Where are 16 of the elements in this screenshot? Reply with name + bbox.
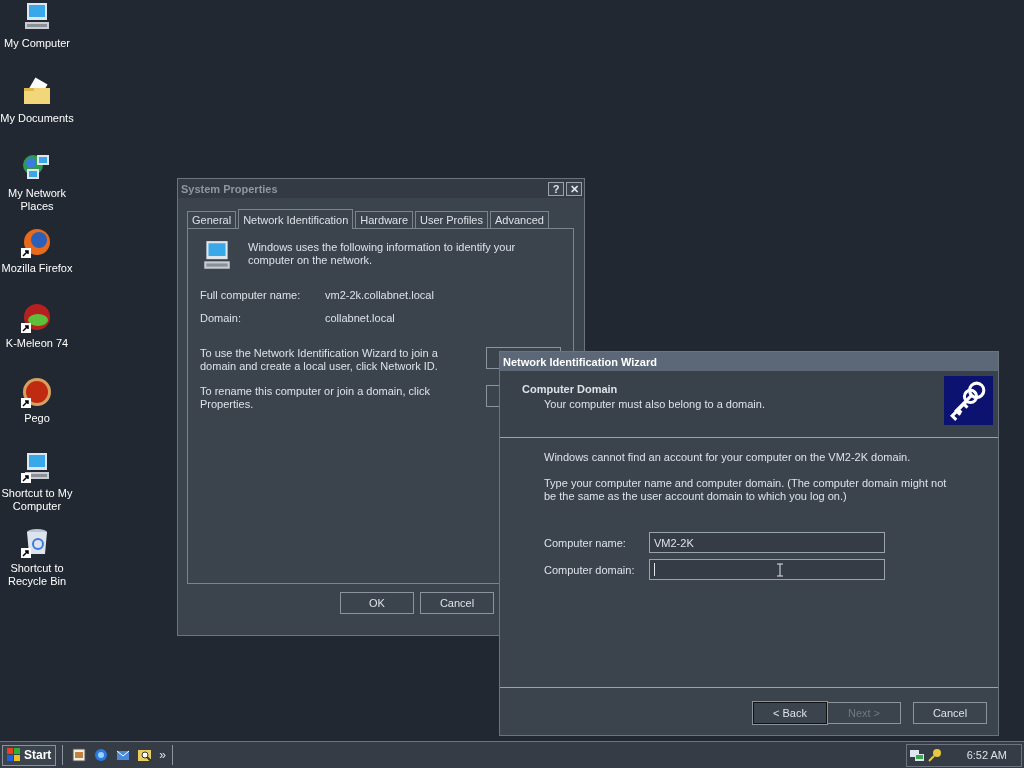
clock: 6:52 AM — [966, 749, 1007, 761]
window-title: System Properties — [181, 182, 278, 195]
instruction-text: Type your computer name and computer domain. (The computer domain might not be the same as the user account domain to which you log on.) — [544, 477, 948, 503]
field-label: Computer domain: — [544, 563, 636, 576]
window-title: Network Identification Wizard — [503, 355, 657, 368]
field-value: vm2-2k.collabnet.local — [325, 289, 434, 301]
field-label: Computer name: — [544, 536, 627, 549]
message-text: Windows cannot find an account for your computer on the VM2-2K domain. — [544, 451, 912, 464]
page-heading: Computer Domain — [522, 383, 619, 395]
field-label: Full computer name: — [200, 289, 302, 301]
instruction-text: To rename this computer or join a domain, click Properties. — [200, 385, 431, 411]
field-label: Domain: — [200, 312, 242, 324]
page-subheading: Your computer must also belong to a domain. — [543, 398, 765, 410]
field-value: collabnet.local — [325, 312, 395, 324]
intro-text: Windows uses the following information to identify your computer on the network. — [248, 240, 517, 267]
instruction-text: To use the Network Identification Wizard to join a domain and create a local user, click Network ID. — [200, 347, 439, 373]
